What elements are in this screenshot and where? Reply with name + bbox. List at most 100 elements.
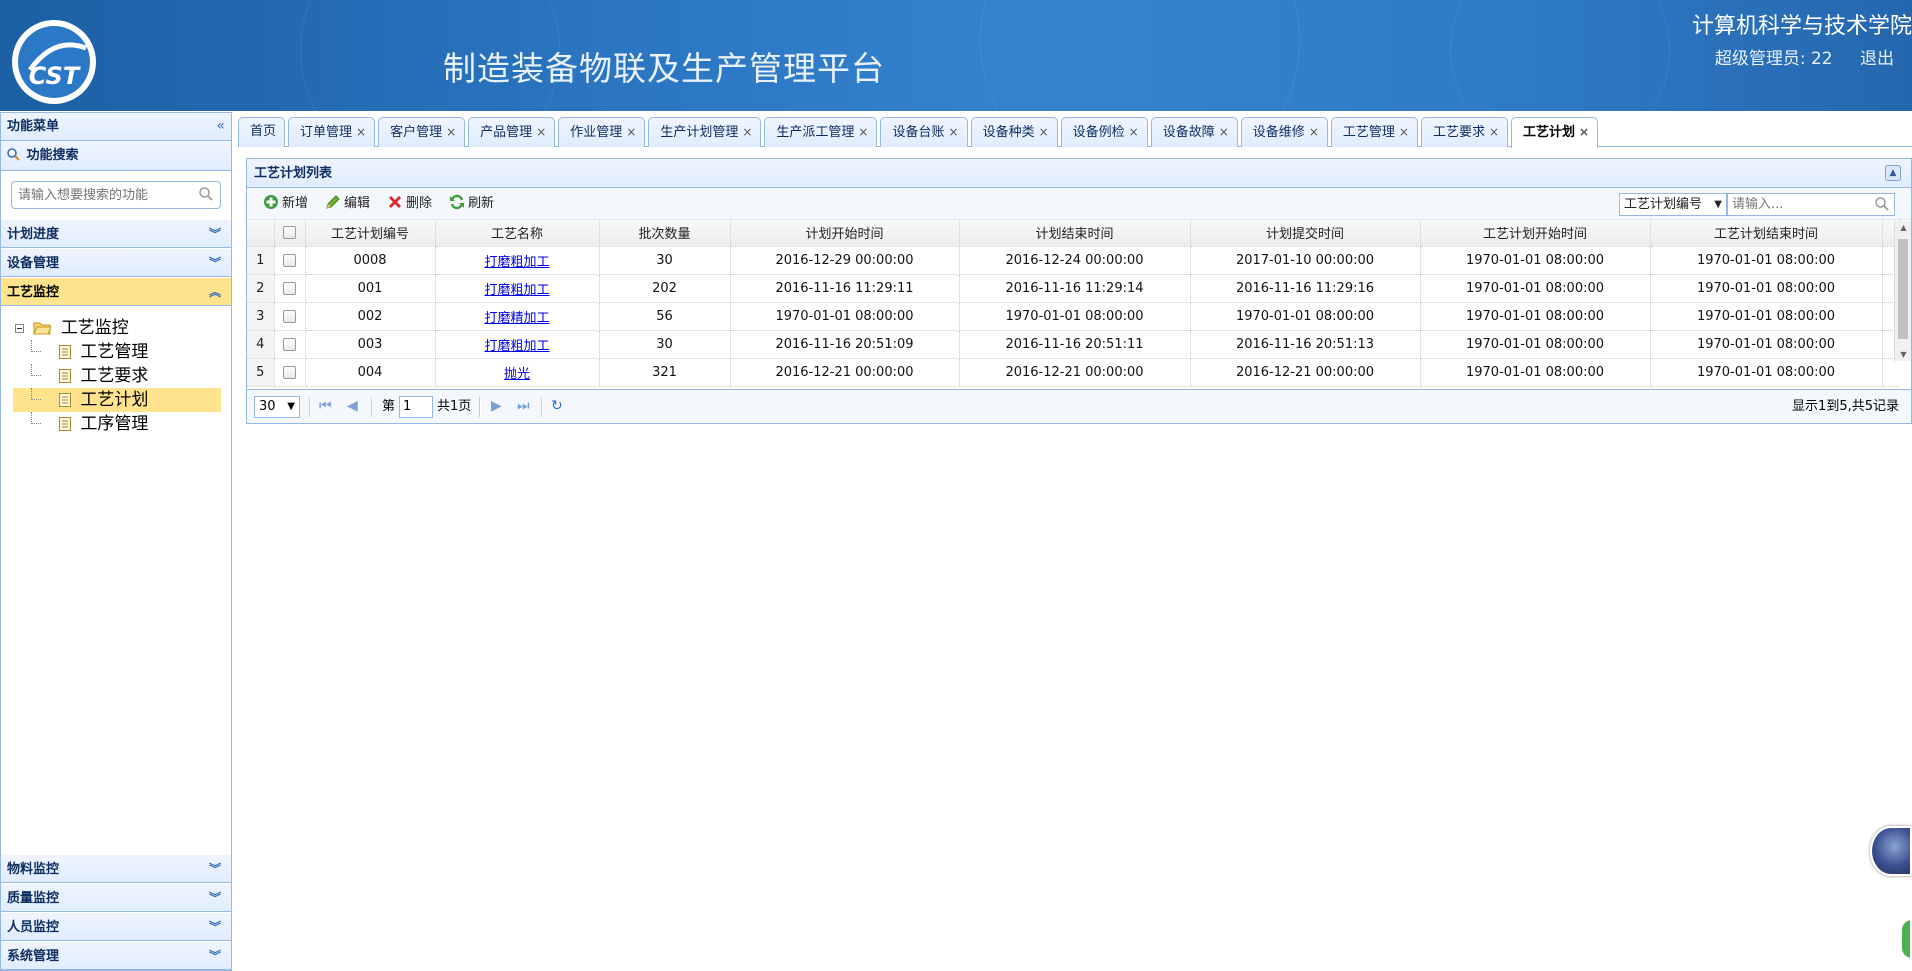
process-name-link[interactable]: 打磨粗加工 [484, 283, 549, 298]
tab-close-icon[interactable]: × [1399, 125, 1409, 139]
accordion-plan-progress[interactable]: 计划进度 ︾ [1, 219, 231, 248]
tree-label: 工艺要求 [80, 366, 149, 386]
tab-3[interactable]: 产品管理 × [468, 117, 556, 147]
tab-8[interactable]: 设备种类 × [970, 117, 1058, 147]
search-icon[interactable] [198, 186, 214, 202]
tab-close-icon[interactable]: × [858, 125, 868, 139]
cell-id: 0008 [305, 246, 436, 275]
table-row[interactable]: 3 002 打磨精加工 56 1970-01-01 08:00:00 1970-01-01… [247, 302, 1899, 331]
tab-close-icon[interactable]: × [1039, 125, 1049, 139]
accordion-staff-monitor[interactable]: 人员监控 ︾ [1, 912, 231, 941]
prev-page-icon[interactable]: ◀ [347, 397, 358, 415]
tab-close-icon[interactable]: × [949, 125, 959, 139]
page-size-select[interactable]: 30 ▼ [254, 396, 300, 418]
process-name-link[interactable]: 打磨粗加工 [484, 255, 549, 270]
tab-close-icon[interactable]: × [536, 125, 546, 139]
row-number-header [247, 220, 275, 247]
function-search-input[interactable] [18, 182, 188, 208]
tree-root-process-monitor[interactable]: 工艺监控 [1, 316, 231, 340]
column-header[interactable]: 工艺计划编号 [305, 220, 436, 247]
refresh-button[interactable]: 刷新 [449, 188, 494, 220]
first-page-icon[interactable]: ⏮ [319, 397, 332, 415]
tab-9[interactable]: 设备例检 × [1060, 117, 1148, 147]
grid-search-input[interactable] [1728, 194, 1868, 215]
edit-button[interactable]: 编辑 [325, 188, 370, 220]
column-header[interactable]: 计划开始时间 [730, 220, 960, 247]
column-header[interactable]: 工艺计划结束时间 [1650, 220, 1883, 247]
tab-10[interactable]: 设备故障 × [1150, 117, 1238, 147]
table-row[interactable]: 4 003 打磨粗加工 30 2016-11-16 20:51:09 2016-11-16… [247, 330, 1899, 359]
search-field-select[interactable]: 工艺计划编号 ▼ [1619, 193, 1727, 216]
row-checkbox[interactable] [283, 337, 296, 351]
row-checkbox[interactable] [283, 281, 296, 295]
tree-item-process-requirements[interactable]: 工艺要求 [13, 364, 221, 388]
floating-avatar[interactable] [1870, 826, 1912, 876]
floating-chat-button[interactable] [1900, 918, 1912, 960]
accordion-system-management[interactable]: 系统管理 ︾ [1, 941, 231, 970]
column-header[interactable]: 计划结束时间 [959, 220, 1191, 247]
tab-label: 工艺管理 [1342, 125, 1395, 140]
row-number: 4 [247, 330, 275, 359]
accordion-quality-monitor[interactable]: 质量监控 ︾ [1, 883, 231, 912]
tab-close-icon[interactable]: × [446, 125, 456, 139]
tab-close-icon[interactable]: × [1129, 125, 1139, 139]
tab-close-icon[interactable]: × [356, 125, 366, 139]
add-label: 新增 [282, 196, 309, 211]
tab-close-icon[interactable]: × [1579, 125, 1589, 139]
reload-icon[interactable]: ↻ [551, 397, 563, 415]
column-header[interactable]: 工艺计划开始时间 [1420, 220, 1651, 247]
row-checkbox[interactable] [283, 365, 296, 379]
tab-2[interactable]: 客户管理 × [378, 117, 466, 147]
tab-0[interactable]: 首页 [238, 117, 286, 147]
cell-proc-end: 1970-01-01 08:00:00 [1650, 274, 1883, 303]
accordion-process-monitor[interactable]: 工艺监控 ︽ [1, 277, 231, 306]
delete-button[interactable]: 删除 [387, 188, 432, 220]
tab-12[interactable]: 工艺管理 × [1330, 117, 1418, 147]
column-header[interactable]: 计划提交时间 [1190, 220, 1421, 247]
caret-down-icon: ▼ [287, 401, 295, 412]
tab-close-icon[interactable]: × [1219, 125, 1229, 139]
last-page-icon[interactable]: ⏭ [517, 397, 530, 415]
tab-13[interactable]: 工艺要求 × [1420, 117, 1509, 147]
cell-plan-end: 1970-01-01 08:00:00 [959, 302, 1191, 331]
table-row[interactable]: 5 004 抛光 321 2016-12-21 00:00:00 2016-12-21 0… [247, 358, 1899, 387]
row-checkbox[interactable] [283, 309, 296, 323]
search-icon[interactable] [1874, 196, 1890, 212]
tab-close-icon[interactable]: × [742, 125, 752, 139]
page-number-input[interactable]: 1 [399, 396, 433, 418]
tab-close-icon[interactable]: × [1309, 125, 1319, 139]
tree-item-procedure-management[interactable]: 工序管理 [13, 412, 221, 436]
tab-7[interactable]: 设备台账 × [880, 117, 968, 147]
process-name-link[interactable]: 打磨精加工 [484, 311, 549, 326]
tab-close-icon[interactable]: × [626, 125, 636, 139]
row-checkbox[interactable] [283, 253, 296, 267]
tab-5[interactable]: 生产计划管理 × [648, 117, 762, 147]
next-page-icon[interactable]: ▶ [491, 397, 502, 415]
collapse-toggle-icon[interactable] [15, 323, 24, 333]
panel-collapse-icon[interactable]: ▲ [1885, 165, 1901, 181]
table-row[interactable]: 2 001 打磨粗加工 202 2016-11-16 11:29:11 2016-11-1… [247, 274, 1899, 303]
accordion-equipment[interactable]: 设备管理 ︾ [1, 248, 231, 277]
tab-4[interactable]: 作业管理 × [558, 117, 646, 147]
table-row[interactable]: 1 0008 打磨粗加工 30 2016-12-29 00:00:00 2016-12-2… [247, 246, 1899, 275]
process-name-link[interactable]: 抛光 [504, 367, 530, 382]
logout-link[interactable]: 退出 [1860, 49, 1894, 69]
tab-close-icon[interactable]: × [1489, 125, 1499, 139]
sidebar-collapse-icon[interactable]: « [216, 113, 225, 140]
tree-item-process-plan[interactable]: 工艺计划 [13, 388, 221, 412]
tree-item-process-management[interactable]: 工艺管理 [13, 340, 221, 364]
process-name-link[interactable]: 打磨粗加工 [484, 339, 549, 354]
scroll-up-icon[interactable]: ▲ [1895, 223, 1912, 232]
tab-14[interactable]: 工艺计划 × [1511, 117, 1599, 148]
column-header[interactable]: 工艺名称 [435, 220, 600, 247]
scroll-down-icon[interactable]: ▼ [1895, 350, 1912, 359]
tab-1[interactable]: 订单管理 × [288, 117, 376, 147]
tab-11[interactable]: 设备维修 × [1240, 117, 1328, 147]
accordion-material-monitor[interactable]: 物料监控 ︾ [1, 854, 231, 883]
scrollbar-thumb[interactable] [1898, 239, 1908, 339]
add-button[interactable]: 新增 [263, 188, 308, 220]
tab-6[interactable]: 生产派工管理 × [764, 117, 878, 147]
table-vertical-scrollbar[interactable]: ▲ ▼ [1894, 221, 1911, 361]
column-header[interactable]: 批次数量 [599, 220, 731, 247]
select-all-checkbox[interactable] [283, 226, 296, 240]
